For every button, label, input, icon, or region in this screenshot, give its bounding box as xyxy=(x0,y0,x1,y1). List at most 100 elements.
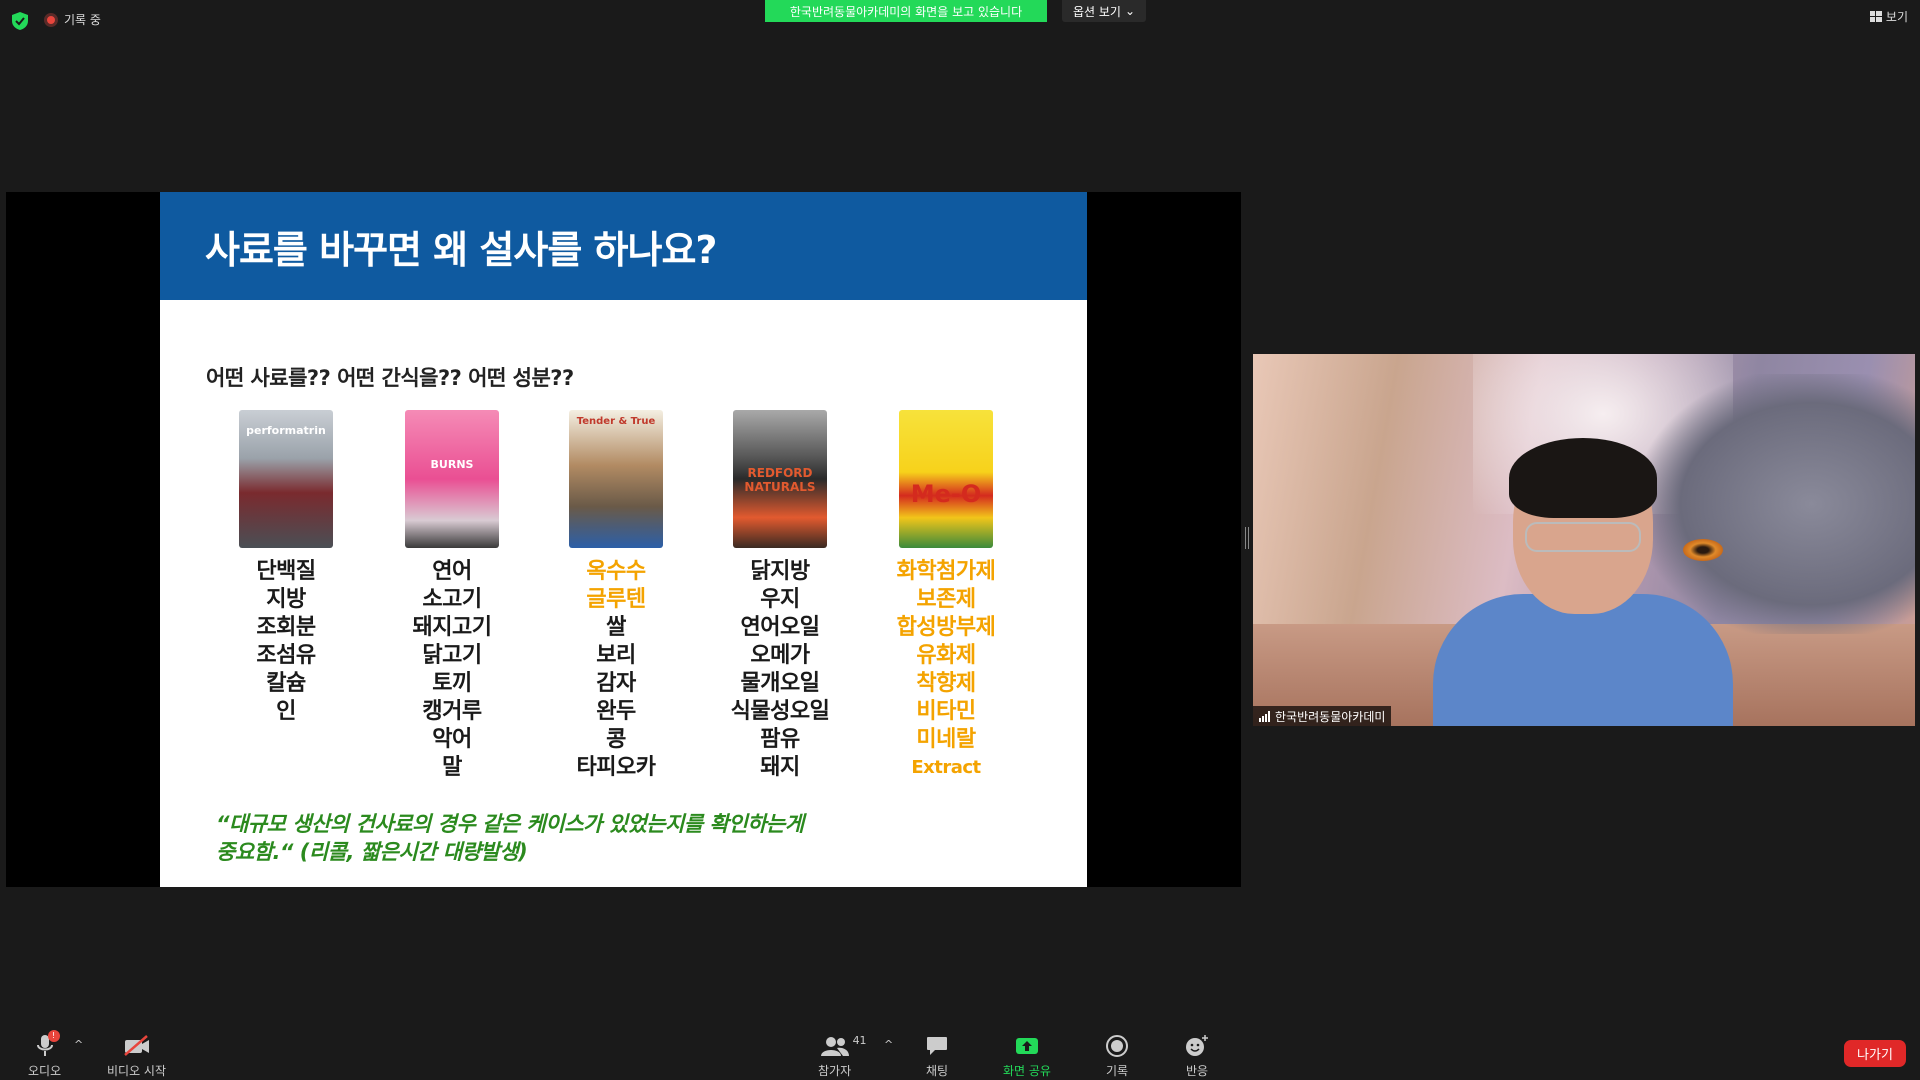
meeting-window: 기록 중 한국반려동물아카데미의 화면을 보고 있습니다 옵션 보기 ⌄ 보기 … xyxy=(0,0,1920,1080)
ingredient-list: 닭지방 우지 연어오일 오메가 물개오일 식물성오일 팜유 돼지 xyxy=(731,558,830,782)
ingredient-item: 감자 xyxy=(596,671,636,696)
participants-options-caret[interactable]: ^ xyxy=(884,1038,893,1051)
ingredient-item: 보존제 xyxy=(916,587,976,612)
ingredient-column: BURNS 연어 소고기 돼지고기 닭고기 토끼 캥거루 악어 말 xyxy=(372,410,532,782)
viewing-banner: 한국반려동물아카데미의 화면을 보고 있습니다 xyxy=(765,0,1047,22)
ingredient-item: 칼슘 xyxy=(266,671,306,696)
quote-line: “대규모 생산의 건사료의 경우 같은 케이스가 있었는지를 확인하는게 xyxy=(216,812,804,836)
ingredient-item: 착향제 xyxy=(916,671,976,696)
ingredient-item: Extract xyxy=(911,757,981,778)
people-icon: 41 xyxy=(820,1034,867,1058)
ingredient-item: 쌀 xyxy=(606,615,626,640)
ingredient-item: 완두 xyxy=(596,699,636,724)
ingredient-item: 보리 xyxy=(596,643,636,668)
ingredient-column: Tender & True 옥수수 글루텐 쌀 보리 감자 완두 콩 타피오카 xyxy=(536,410,696,782)
food-bag-image: performatrin xyxy=(239,410,333,548)
ingredient-column: Me-O 화학첨가제 보존제 합성방부제 유화제 착향제 비타민 미네랄 Ext… xyxy=(866,410,1026,782)
ingredient-item: 우지 xyxy=(760,587,800,612)
participants-label: 참가자 xyxy=(818,1064,852,1078)
panel-splitter-handle[interactable] xyxy=(1245,527,1249,549)
ingredient-list: 옥수수 글루텐 쌀 보리 감자 완두 콩 타피오카 xyxy=(577,558,656,782)
ingredient-item: 팜유 xyxy=(760,727,800,752)
ingredient-item: 오메가 xyxy=(750,643,810,668)
bag-brand: REDFORD NATURALS xyxy=(744,466,816,494)
emoji-icon xyxy=(1185,1034,1209,1058)
video-label: 비디오 시작 xyxy=(107,1064,167,1078)
bag-brand: performatrin xyxy=(246,424,326,437)
chat-label: 채팅 xyxy=(926,1064,949,1078)
slide-header: 사료를 바꾸면 왜 설사를 하나요? xyxy=(160,192,1087,300)
ingredient-item: 옥수수 xyxy=(586,559,646,584)
ingredient-item: 인 xyxy=(276,699,296,724)
reactions-button[interactable]: 반응 xyxy=(1185,1034,1209,1079)
share-screen-button[interactable]: 화면 공유 xyxy=(1003,1034,1051,1079)
bag-brand: Me-O xyxy=(910,480,982,508)
participant-video[interactable] xyxy=(1253,354,1915,726)
food-bag-image: REDFORD NATURALS xyxy=(733,410,827,548)
ingredient-item: 돼지 xyxy=(760,755,800,780)
ingredient-list: 단백질 지방 조회분 조섬유 칼슘 인 xyxy=(256,558,316,726)
slide-quote: “대규모 생산의 건사료의 경우 같은 케이스가 있었는지를 확인하는게 중요함… xyxy=(216,810,976,866)
participant-person xyxy=(1433,438,1733,726)
leave-button[interactable]: 나가기 xyxy=(1844,1040,1906,1067)
ingredient-column: performatrin 단백질 지방 조회분 조섬유 칼슘 인 xyxy=(206,410,366,726)
record-label: 기록 xyxy=(1106,1064,1129,1078)
ingredient-item: 돼지고기 xyxy=(412,615,492,640)
record-icon xyxy=(1106,1034,1129,1058)
view-options-button[interactable]: 옵션 보기 ⌄ xyxy=(1062,0,1146,22)
ingredient-item: 합성방부제 xyxy=(896,615,996,640)
participants-button[interactable]: 41 참가자 xyxy=(818,1034,867,1079)
ingredient-item: 조섬유 xyxy=(256,643,316,668)
share-label: 화면 공유 xyxy=(1003,1064,1051,1078)
quote-line: 중요함.“ (리콜, 짧은시간 대량발생) xyxy=(216,840,528,864)
ingredient-item: 식물성오일 xyxy=(730,699,830,724)
ingredient-item: 비타민 xyxy=(916,699,976,724)
start-video-button[interactable]: 비디오 시작 xyxy=(107,1034,166,1079)
slide-title: 사료를 바꾸면 왜 설사를 하나요? xyxy=(205,227,717,272)
video-off-icon xyxy=(123,1034,151,1058)
grid-icon xyxy=(1869,11,1882,22)
ingredient-item: 닭고기 xyxy=(422,643,482,668)
recording-indicator[interactable]: 기록 중 xyxy=(44,11,101,28)
food-bag-image: Me-O xyxy=(899,410,993,548)
ingredient-item: 조회분 xyxy=(256,615,316,640)
bag-brand: Tender & True xyxy=(576,416,656,427)
shared-screen: 사료를 바꾸면 왜 설사를 하나요? 어떤 사료를?? 어떤 간식을?? 어떤 … xyxy=(6,192,1241,887)
slide-subtitle: 어떤 사료를?? 어떤 간식을?? 어떤 성분?? xyxy=(206,366,574,390)
ingredient-item: 지방 xyxy=(266,587,306,612)
microphone-icon: ! xyxy=(36,1030,60,1058)
reactions-label: 반응 xyxy=(1185,1064,1209,1078)
record-button[interactable]: 기록 xyxy=(1106,1034,1128,1079)
ingredient-item: 화학첨가제 xyxy=(896,559,996,584)
audio-options-caret[interactable]: ^ xyxy=(74,1038,83,1051)
audio-button[interactable]: ! 오디오 xyxy=(28,1030,61,1079)
ingredient-item: 토끼 xyxy=(432,671,472,696)
view-options-label: 옵션 보기 xyxy=(1072,4,1121,19)
ingredient-item: 미네랄 xyxy=(916,727,976,752)
bag-brand: BURNS xyxy=(430,458,474,471)
ingredient-item: 소고기 xyxy=(422,587,482,612)
share-screen-icon xyxy=(1015,1034,1039,1058)
shield-icon[interactable] xyxy=(12,12,28,30)
signal-strength-icon xyxy=(1259,710,1270,722)
view-button[interactable]: 보기 xyxy=(1869,8,1908,25)
ingredient-item: 글루텐 xyxy=(586,587,646,612)
participants-count: 41 xyxy=(852,1034,867,1047)
participant-name-tag: 한국반려동물아카데미 xyxy=(1253,706,1392,726)
ingredient-item: 유화제 xyxy=(916,643,976,668)
chevron-down-icon: ⌄ xyxy=(1124,4,1136,18)
ingredient-item: 물개오일 xyxy=(740,671,820,696)
chat-button[interactable]: 채팅 xyxy=(926,1034,948,1079)
ingredient-item: 연어오일 xyxy=(740,615,820,640)
ingredient-column: REDFORD NATURALS 닭지방 우지 연어오일 오메가 물개오일 식물… xyxy=(700,410,860,782)
ingredient-item: 캥거루 xyxy=(422,699,482,724)
chat-bubble-icon xyxy=(926,1034,948,1058)
ingredient-item: 연어 xyxy=(432,559,472,584)
ingredient-item: 단백질 xyxy=(256,559,316,584)
recording-label: 기록 중 xyxy=(64,13,101,27)
ingredient-list: 연어 소고기 돼지고기 닭고기 토끼 캥거루 악어 말 xyxy=(413,558,492,782)
view-button-label: 보기 xyxy=(1885,10,1908,24)
food-bag-image: BURNS xyxy=(405,410,499,548)
presentation-slide: 사료를 바꾸면 왜 설사를 하나요? 어떤 사료를?? 어떤 간식을?? 어떤 … xyxy=(160,192,1087,887)
meeting-toolbar: ! 오디오 ^ 비디오 시작 41 참가자 ^ 채팅 화면 공유 기록 반응 xyxy=(0,1020,1920,1080)
